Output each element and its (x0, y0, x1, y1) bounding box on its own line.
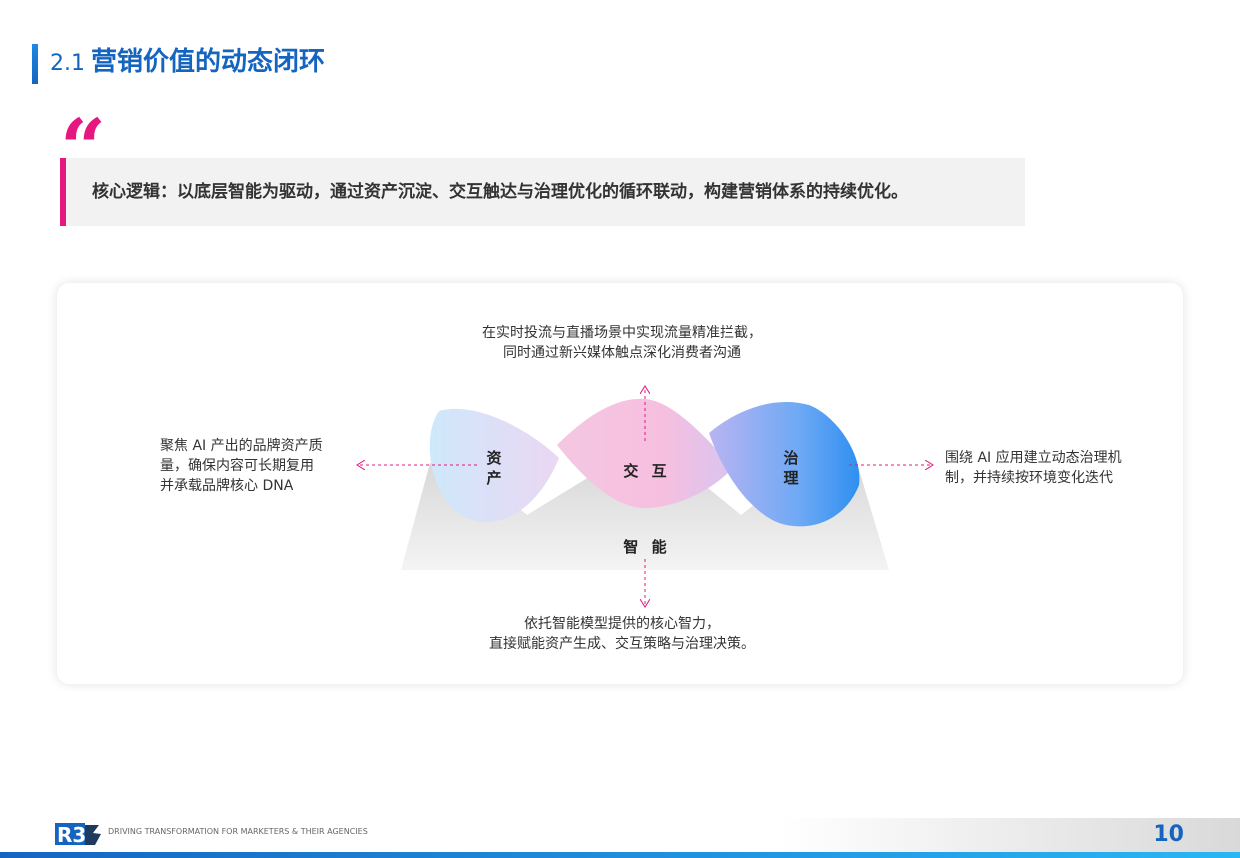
govern-description-line: 制，并持续按环境变化迭代 (945, 470, 1113, 486)
interact-description-line: 在实时投流与直播场景中实现流量精准拦截， (482, 325, 762, 341)
govern-description-line: 围绕 AI 应用建立动态治理机 (945, 450, 1122, 466)
footer-blue-band (0, 852, 1240, 858)
ai-description-line: 依托智能模型提供的核心智力， (524, 616, 720, 632)
core-logic-text: 核心逻辑：以底层智能为驱动，通过资产沉淀、交互触达与治理优化的循环联动，构建营销… (92, 182, 908, 202)
asset-description: 聚焦 AI 产出的品牌资产质 量，确保内容可长期复用 并承载品牌核心 DNA (160, 436, 360, 496)
asset-description-line: 聚焦 AI 产出的品牌资产质 (160, 438, 323, 454)
title-accent-bar (32, 44, 38, 84)
govern-description: 围绕 AI 应用建立动态治理机 制，并持续按环境变化迭代 (945, 448, 1155, 488)
ai-node-label: 智 能 (623, 538, 671, 556)
asset-description-line: 量，确保内容可长期复用 (160, 458, 314, 474)
r3-logo: R3 (55, 823, 101, 847)
govern-node-label: 治理 (783, 449, 799, 487)
core-logic-callout: 核心逻辑：以底层智能为驱动，通过资产沉淀、交互触达与治理优化的循环联动，构建营销… (60, 158, 1025, 226)
ai-description-line: 直接赋能资产生成、交互策略与治理决策。 (489, 636, 755, 652)
interact-node-label: 交 互 (623, 462, 671, 480)
logo-text: R3 (57, 823, 86, 847)
section-title: 营销价值的动态闭环 (91, 47, 326, 77)
page-number: 10 (1153, 822, 1184, 847)
interact-description-line: 同时通过新兴媒体触点深化消费者沟通 (503, 345, 741, 361)
diagram-card: 资产 交 互 治理 智 能 在实时投流与直播场景中实现流量精准拦截， 同时通过新… (57, 283, 1183, 684)
asset-node-label: 资产 (486, 449, 502, 487)
section-number: 2.1 (50, 51, 85, 76)
ai-description: 依托智能模型提供的核心智力， 直接赋能资产生成、交互策略与治理决策。 (412, 614, 832, 654)
footer-tagline: DRIVING TRANSFORMATION FOR MARKETERS & T… (108, 827, 368, 836)
page-title: 2.1 营销价值的动态闭环 (50, 44, 325, 80)
asset-description-line: 并承载品牌核心 DNA (160, 478, 294, 494)
interact-description: 在实时投流与直播场景中实现流量精准拦截， 同时通过新兴媒体触点深化消费者沟通 (412, 323, 832, 363)
